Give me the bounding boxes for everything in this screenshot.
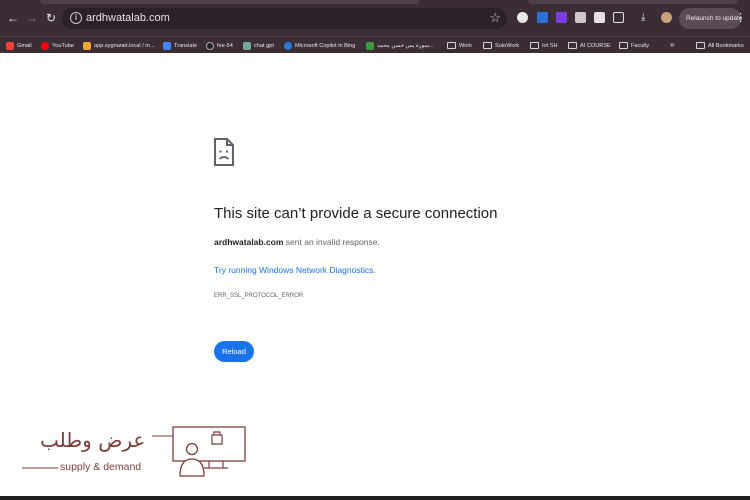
browser-toolbar: ← → ↻ i ardhwatalab.com ☆ ⤓ Relaunch to …	[0, 0, 750, 36]
reload-button[interactable]: Reload	[214, 341, 254, 362]
sygnanet-icon	[83, 41, 91, 50]
tab-strip-edge-right	[528, 0, 738, 4]
bookmark-label: YouTube	[52, 42, 74, 49]
download-icon[interactable]: ⤓	[641, 12, 652, 23]
bookmark-folder-faculty[interactable]: Faculty	[619, 40, 649, 51]
bookmark-label: All Bookmarks	[708, 42, 744, 49]
folder-icon	[568, 42, 577, 49]
bookmark-folder-solowork[interactable]: SoloWork	[483, 40, 519, 51]
bookmark-folder-aicourse[interactable]: AI COURSE	[568, 40, 611, 51]
youtube-icon	[41, 41, 49, 50]
bookmark-label: app.sygnanet.local / m...	[94, 42, 155, 49]
reload-icon[interactable]: ↻	[44, 11, 58, 25]
folder-icon	[447, 42, 456, 49]
error-domain: ardhwatalab.com	[214, 237, 284, 247]
logo-arabic-text: عرض وطلب	[40, 428, 146, 452]
extension-translate-icon[interactable]	[537, 12, 548, 23]
relaunch-button[interactable]: Relaunch to update	[679, 8, 742, 29]
bookmarks-overflow-button[interactable]: »	[670, 40, 674, 49]
bookmark-label: chat gpt	[254, 42, 274, 49]
menu-kebab-icon[interactable]: ⋮	[735, 8, 746, 29]
bookmark-youtube[interactable]: YouTube	[41, 40, 74, 51]
folder-icon	[696, 42, 705, 49]
url-text[interactable]: ardhwatalab.com	[86, 12, 170, 24]
bookmark-folder-iotsh[interactable]: Iot SH	[530, 40, 558, 51]
extension-grid-icon[interactable]	[575, 12, 586, 23]
broken-page-icon	[214, 138, 234, 166]
folder-icon	[530, 42, 539, 49]
tab-strip-edge	[40, 0, 420, 4]
bookmark-folder-work[interactable]: Work	[447, 40, 472, 51]
bookmark-fee54[interactable]: fee-54	[206, 40, 233, 51]
bookmark-label: Microsoft Copilot in Bing	[295, 42, 356, 49]
bookmark-label: Gmail	[17, 42, 32, 49]
bookmark-sygnanet[interactable]: app.sygnanet.local / m...	[83, 40, 155, 51]
fee54-icon	[206, 41, 214, 50]
folder-icon	[619, 42, 628, 49]
quran-icon	[366, 41, 374, 50]
bookmark-star-icon[interactable]: ☆	[489, 10, 501, 26]
bookmark-label: سورة يس حسن محمد...	[377, 42, 434, 49]
error-code: ERR_SSL_PROTOCOL_ERROR	[214, 293, 304, 299]
bookmark-label: AI COURSE	[580, 42, 611, 49]
network-diagnostics-link[interactable]: Try running Windows Network Diagnostics.	[214, 265, 376, 275]
gmail-icon	[6, 41, 14, 50]
all-bookmarks-button[interactable]: All Bookmarks	[696, 40, 744, 51]
error-description: ardhwatalab.com sent an invalid response…	[214, 237, 380, 247]
extensions-puzzle-icon[interactable]	[613, 12, 624, 23]
bookmark-label: fee-54	[217, 42, 233, 49]
error-title: This site can’t provide a secure connect…	[214, 205, 498, 222]
os-taskbar-edge	[0, 496, 750, 500]
bookmark-gmail[interactable]: Gmail	[6, 40, 32, 51]
error-description-text: sent an invalid response.	[283, 237, 380, 247]
profile-avatar[interactable]	[661, 12, 672, 23]
bookmark-copilot[interactable]: Microsoft Copilot in Bing	[284, 40, 355, 51]
bookmark-label: Iot SH	[542, 42, 558, 49]
extension-qr-icon[interactable]	[594, 12, 605, 23]
forward-icon[interactable]: →	[25, 11, 39, 25]
bookmark-translate[interactable]: Translate	[163, 40, 197, 51]
bookmark-label: Translate	[174, 42, 198, 49]
logo-english-text: supply & demand	[60, 461, 142, 473]
chatgpt-icon	[243, 41, 251, 50]
folder-icon	[483, 42, 492, 49]
copilot-icon	[284, 41, 292, 50]
extension-v-icon[interactable]	[556, 12, 567, 23]
bookmark-label: Faculty	[631, 42, 650, 49]
back-icon[interactable]: ←	[6, 11, 20, 25]
address-bar[interactable]: i ardhwatalab.com ☆	[62, 8, 507, 29]
bookmark-label: Work	[459, 42, 472, 49]
bookmark-label: SoloWork	[495, 42, 520, 49]
extension-globe-icon[interactable]	[517, 12, 528, 23]
translate-icon	[163, 41, 171, 50]
bookmark-quran[interactable]: سورة يس حسن محمد...	[366, 40, 434, 51]
site-info-icon[interactable]: i	[70, 12, 82, 24]
bookmarks-bar: Gmail YouTube app.sygnanet.local / m... …	[0, 36, 750, 53]
bookmark-chatgpt[interactable]: chat gpt	[243, 40, 274, 51]
